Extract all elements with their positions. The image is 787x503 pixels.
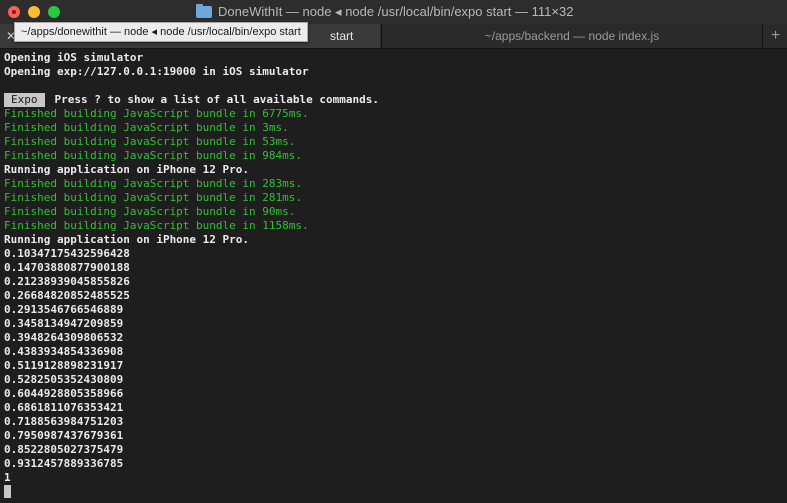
- folder-icon: [196, 4, 212, 18]
- terminal-line: 0.7188563984751203: [4, 415, 784, 429]
- terminal-line: 0.26684820852485525: [4, 289, 784, 303]
- terminal-line-text: 0.4383934854336908: [4, 345, 124, 358]
- terminal-line-text: 0.3458134947209859: [4, 317, 124, 330]
- terminal-line: Opening exp://127.0.0.1:19000 in iOS sim…: [4, 65, 784, 79]
- terminal-line-text: 0.8522805027375479: [4, 443, 124, 456]
- plus-icon: +: [770, 27, 781, 44]
- terminal-line: Finished building JavaScript bundle in 9…: [4, 149, 784, 163]
- terminal-line: Finished building JavaScript bundle in 9…: [4, 205, 784, 219]
- terminal-line-text: 0.6861811076353421: [4, 401, 124, 414]
- terminal-output[interactable]: Opening iOS simulator Opening exp://127.0…: [4, 51, 784, 499]
- terminal-window: DoneWithIt — node ◂ node /usr/local/bin/…: [0, 0, 787, 503]
- terminal-line: 0.2913546766546889: [4, 303, 784, 317]
- terminal-line-text: 0.7950987437679361: [4, 429, 124, 442]
- terminal-line-text: Running application on iPhone 12 Pro.: [4, 233, 250, 246]
- terminal-line-text: Finished building JavaScript bundle in 2…: [4, 191, 303, 204]
- terminal-line-text: 0.2913546766546889: [4, 303, 124, 316]
- window-title-text: DoneWithIt — node ◂ node /usr/local/bin/…: [218, 4, 574, 19]
- terminal-line: Finished building JavaScript bundle in 6…: [4, 107, 784, 121]
- terminal-line-text: 0.5119128898231917: [4, 359, 124, 372]
- terminal-line-text: 0.7188563984751203: [4, 415, 124, 428]
- terminal-line: 0.8522805027375479: [4, 443, 784, 457]
- terminal-line: Finished building JavaScript bundle in 2…: [4, 177, 784, 191]
- terminal-line-text: 0.14703880877900188: [4, 261, 130, 274]
- new-tab-button[interactable]: +: [762, 24, 787, 48]
- tab-expo-start-label: start: [330, 29, 354, 43]
- terminal-line-text: Opening exp://127.0.0.1:19000 in iOS sim…: [4, 65, 309, 78]
- terminal-line-text: Finished building JavaScript bundle in 5…: [4, 135, 296, 148]
- terminal-line: 0.21238939045855826: [4, 275, 784, 289]
- terminal-line: 0.4383934854336908: [4, 345, 784, 359]
- window-title: DoneWithIt — node ◂ node /usr/local/bin/…: [196, 4, 573, 20]
- terminal-line: Finished building JavaScript bundle in 1…: [4, 219, 784, 233]
- terminal-line: 0.6861811076353421: [4, 401, 784, 415]
- terminal-line-text: Running application on iPhone 12 Pro.: [4, 163, 250, 176]
- terminal-line-text: 0.5282505352430809: [4, 373, 124, 386]
- terminal-line: 0.3458134947209859: [4, 317, 784, 331]
- terminal-line: 0.10347175432596428: [4, 247, 784, 261]
- terminal-line-text: Finished building JavaScript bundle in 2…: [4, 177, 303, 190]
- zoom-window-button[interactable]: [48, 6, 60, 18]
- minimize-window-button[interactable]: [28, 6, 40, 18]
- terminal-line: 0.14703880877900188: [4, 261, 784, 275]
- terminal-line-text: 0.9312457889336785: [4, 457, 124, 470]
- terminal-line: Opening iOS simulator: [4, 51, 784, 65]
- terminal-line: 0.7950987437679361: [4, 429, 784, 443]
- terminal-line-text: 0.26684820852485525: [4, 289, 130, 302]
- terminal-line: Running application on iPhone 12 Pro.: [4, 163, 784, 177]
- terminal-prompt-line: [4, 485, 784, 499]
- terminal-line-text: 0.6044928805358966: [4, 387, 124, 400]
- terminal-line-text: Finished building JavaScript bundle in 3…: [4, 121, 289, 134]
- tab-backend-label: ~/apps/backend — node index.js: [484, 29, 660, 43]
- terminal-line: 0.5119128898231917: [4, 359, 784, 373]
- terminal-line-text: 0.10347175432596428: [4, 247, 130, 260]
- terminal-line: Running application on iPhone 12 Pro.: [4, 233, 784, 247]
- terminal-line-text: Press ? to show a list of all available …: [54, 93, 380, 106]
- terminal-line: Finished building JavaScript bundle in 3…: [4, 121, 784, 135]
- terminal-line: Finished building JavaScript bundle in 5…: [4, 135, 784, 149]
- tab-backend[interactable]: ~/apps/backend — node index.js: [381, 24, 762, 48]
- terminal-line: 0.3948264309806532: [4, 331, 784, 345]
- terminal-line: 0.9312457889336785: [4, 457, 784, 471]
- terminal-cursor: [4, 485, 11, 498]
- terminal-line-text: Finished building JavaScript bundle in 1…: [4, 219, 309, 232]
- terminal-line-text: Finished building JavaScript bundle in 9…: [4, 149, 303, 162]
- terminal-line-text: 0.21238939045855826: [4, 275, 130, 288]
- terminal-line: 1: [4, 471, 784, 485]
- terminal-line: Expo Press ? to show a list of all availa…: [4, 93, 784, 107]
- terminal-line-text: Finished building JavaScript bundle in 6…: [4, 107, 309, 120]
- terminal-line: 0.5282505352430809: [4, 373, 784, 387]
- terminal-line-text: 0.3948264309806532: [4, 331, 124, 344]
- terminal-line: 0.6044928805358966: [4, 387, 784, 401]
- terminal-line-text: Opening iOS simulator: [4, 51, 144, 64]
- tab-tooltip: ~/apps/donewithit — node ◂ node /usr/loc…: [14, 22, 308, 42]
- expo-badge: Expo: [4, 93, 45, 107]
- close-window-button[interactable]: [8, 6, 20, 18]
- terminal-line-text: Finished building JavaScript bundle in 9…: [4, 205, 296, 218]
- terminal-line-text: 1: [4, 471, 11, 484]
- terminal-line: Finished building JavaScript bundle in 2…: [4, 191, 784, 205]
